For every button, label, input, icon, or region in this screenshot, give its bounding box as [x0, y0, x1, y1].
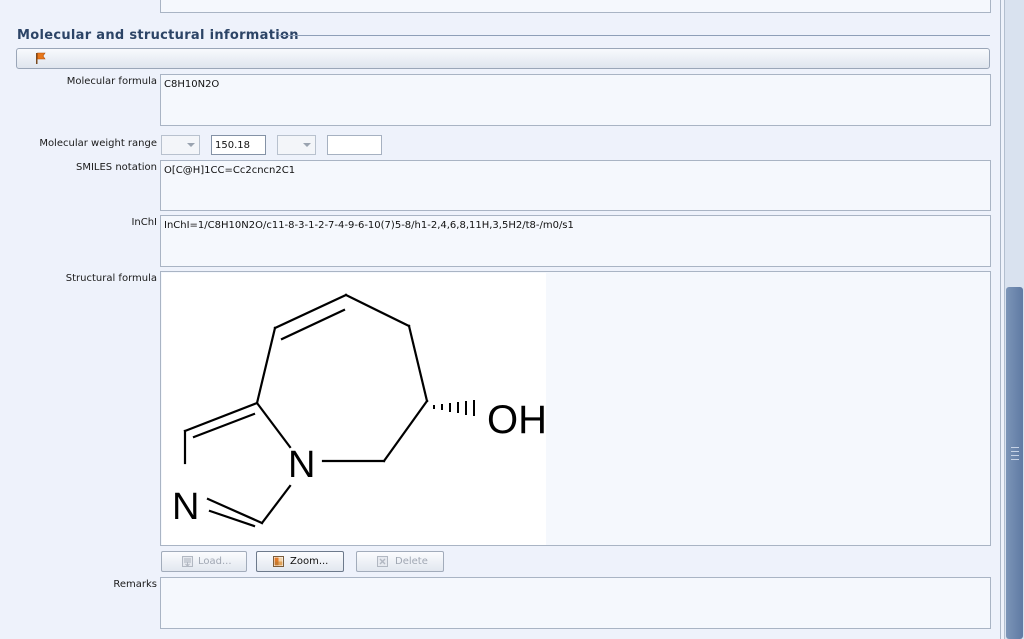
weight-max-input[interactable]: [327, 135, 382, 155]
load-button[interactable]: Load...: [161, 551, 247, 572]
section-divider: [278, 35, 990, 36]
atom-label-oh: OH: [487, 398, 546, 442]
structural-formula-label: Structural formula: [65, 273, 157, 284]
section-title: Molecular and structural information: [17, 28, 299, 43]
molecule-drawing: OH N N: [172, 293, 546, 528]
grip-line: [1011, 455, 1019, 456]
grip-line: [1011, 459, 1019, 460]
section-toolbar: [16, 48, 990, 69]
bond: [255, 401, 292, 449]
atom-label-n1: N: [288, 444, 315, 486]
bond: [407, 324, 429, 403]
grip-line: [1011, 451, 1019, 452]
inchi-label: InChI: [131, 217, 157, 228]
weight-max-operator-select[interactable]: [277, 135, 316, 155]
weight-min-input[interactable]: 150.18: [211, 135, 266, 155]
molecular-formula-field[interactable]: C8H10N2O: [160, 74, 991, 126]
bond: [280, 308, 346, 341]
vertical-scrollbar[interactable]: [1004, 0, 1024, 639]
zoom-button[interactable]: Zoom...: [256, 551, 344, 572]
bond: [273, 293, 348, 330]
inchi-value: InChI=1/C8H10N2O/c11-8-3-1-2-7-4-9-6-10(…: [164, 220, 574, 231]
delete-button[interactable]: Delete: [356, 551, 444, 572]
remarks-label: Remarks: [113, 579, 157, 590]
chevron-down-icon: [187, 143, 195, 147]
grip-line: [1011, 447, 1019, 448]
bond: [382, 399, 429, 463]
panel-border: [1000, 0, 1001, 639]
delete-image-icon: [377, 556, 388, 567]
bond: [344, 293, 411, 328]
structural-formula-panel: OH N N: [160, 271, 991, 546]
delete-button-label: Delete: [395, 556, 428, 567]
molecular-formula-value: C8H10N2O: [164, 79, 220, 90]
molecular-formula-label: Molecular formula: [66, 76, 157, 87]
atom-label-n2: N: [172, 486, 199, 528]
weight-min-value: 150.18: [215, 140, 250, 151]
scrollbar-thumb[interactable]: [1006, 287, 1023, 639]
previous-field[interactable]: [160, 0, 991, 13]
smiles-label: SMILES notation: [75, 162, 157, 173]
molecular-weight-label: Molecular weight range: [39, 138, 157, 149]
chevron-down-icon: [303, 143, 311, 147]
bond: [208, 509, 256, 528]
zoom-image-icon: [273, 556, 284, 567]
bond: [260, 484, 292, 525]
smiles-value: O[C@H]1CC=Cc2cncn2C1: [164, 165, 296, 176]
weight-min-operator-select[interactable]: [161, 135, 200, 155]
bond: [255, 326, 277, 405]
structure-image: OH N N: [162, 273, 546, 545]
load-button-label: Load...: [198, 556, 232, 567]
bond: [192, 412, 256, 439]
zoom-button-label: Zoom...: [290, 556, 329, 567]
load-image-icon: [182, 556, 193, 567]
smiles-field[interactable]: O[C@H]1CC=Cc2cncn2C1: [160, 160, 991, 211]
inchi-field[interactable]: InChI=1/C8H10N2O/c11-8-3-1-2-7-4-9-6-10(…: [160, 215, 991, 267]
flag-icon[interactable]: [35, 52, 47, 65]
remarks-field[interactable]: [160, 577, 991, 629]
